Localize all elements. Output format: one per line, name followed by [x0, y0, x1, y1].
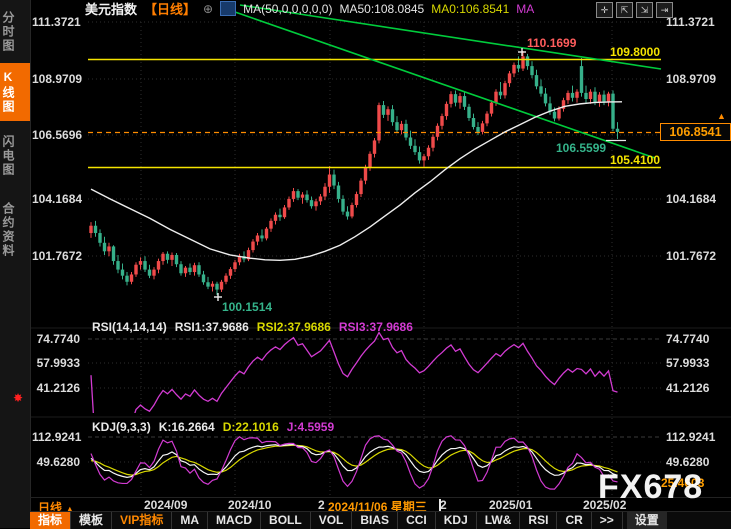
kdj-axis-label-left: 49.6280 [32, 455, 80, 469]
app-window: 分时图 K线图 闪电图 合约资料 ✸ 美元指数 【日线】 ⊕ MA(50,0,0… [0, 0, 731, 528]
axis-cursor [439, 499, 441, 511]
tab-cr[interactable]: CR [557, 512, 591, 529]
left-sidebar: 分时图 K线图 闪电图 合约资料 ✸ [0, 0, 31, 528]
tab-macd[interactable]: MACD [208, 512, 261, 529]
price-axis-label-right: 104.1684 [666, 192, 716, 206]
current-price-badge: 106.8541 [660, 123, 731, 141]
tab-ma[interactable]: MA [172, 512, 208, 529]
add-overlay-icon[interactable]: ⊕ [203, 2, 213, 16]
tab-rsi[interactable]: RSI [520, 512, 557, 529]
price-annotation: 110.1699 [527, 36, 576, 50]
sidebar-item-contract-info[interactable]: 合约资料 [0, 191, 30, 269]
tab-indicator[interactable]: 指标 [30, 512, 71, 529]
tab-bias[interactable]: BIAS [352, 512, 398, 529]
kdj-d-value: D:22.1016 [223, 420, 279, 434]
symbol-title: 美元指数 [85, 0, 137, 18]
rsi2-value: RSI2:37.9686 [257, 320, 331, 334]
tab-vol[interactable]: VOL [311, 512, 353, 529]
price-axis-label-right: 111.3721 [666, 15, 715, 29]
chart-canvas[interactable] [0, 0, 731, 528]
price-annotation: 106.5599 [556, 141, 606, 155]
tab-lw[interactable]: LW& [477, 512, 521, 529]
price-axis-label-left: 101.7672 [32, 249, 80, 263]
rsi-axis-label-right: 41.2126 [666, 381, 709, 395]
scroll-chart-icon[interactable]: ⇲ [636, 2, 653, 18]
rsi-axis-label-left: 41.2126 [32, 381, 80, 395]
kdj-k-value: K:16.2664 [159, 420, 215, 434]
kdj-header: KDJ(9,3,3) K:16.2664 D:22.1016 J:4.5959 [92, 420, 334, 434]
price-axis-label-left: 104.1684 [32, 192, 80, 206]
sidebar-item-candle-chart[interactable]: K线图 [0, 63, 30, 121]
price-annotation: 105.4100 [610, 153, 660, 167]
tab-vip-indicator[interactable]: VIP指标 [112, 512, 172, 529]
ma0-value: MA0:106.8541 [431, 2, 509, 16]
sidebar-item-flash-chart[interactable]: 闪电图 [0, 127, 30, 185]
watermark-logo: FX678 [598, 468, 703, 507]
tab-template[interactable]: 模板 [71, 512, 112, 529]
chart-header: 美元指数 【日线】 ⊕ MA(50,0,0,0,0,0) MA50:108.08… [85, 1, 534, 16]
kdj-axis-label-right: 112.9241 [666, 430, 715, 444]
price-axis-label-right: 108.9709 [666, 72, 716, 86]
price-up-arrow-icon: ▲ [717, 111, 726, 121]
alert-icon[interactable]: ✸ [13, 391, 23, 405]
kdj-j-value: J:4.5959 [287, 420, 334, 434]
price-axis-label-left: 106.5696 [32, 128, 80, 142]
rsi-axis-label-right: 74.7740 [666, 332, 709, 346]
price-annotation: 100.1514 [222, 300, 272, 314]
rsi3-value: RSI3:37.9686 [339, 320, 413, 334]
ma50-value: MA50:108.0845 [339, 2, 424, 16]
window-tools: ✛ ⇱ ⇲ ⇥ [596, 2, 673, 18]
tab-more[interactable]: >> [592, 512, 623, 529]
tab-settings[interactable]: 设置 [627, 512, 667, 529]
tab-boll[interactable]: BOLL [261, 512, 311, 529]
rsi-axis-label-left: 74.7740 [32, 332, 80, 346]
indicator-toolbar: 指标 模板 VIP指标 MA MACD BOLL VOL BIAS CCI KD… [30, 511, 731, 529]
rsi-axis-label-right: 57.9933 [666, 356, 709, 370]
ma-more-label: MA [516, 2, 534, 16]
kdj-axis-label-right: 49.6280 [666, 455, 709, 469]
rsi-axis-label-left: 57.9933 [32, 356, 80, 370]
rsi-header: RSI(14,14,14) RSI1:37.9686 RSI2:37.9686 … [92, 320, 413, 334]
price-axis-label-right: 101.7672 [666, 249, 716, 263]
rsi-params: RSI(14,14,14) [92, 320, 167, 334]
ma-settings-label: MA(50,0,0,0,0,0) [243, 2, 332, 16]
rsi1-value: RSI1:37.9686 [175, 320, 249, 334]
tab-cci[interactable]: CCI [398, 512, 436, 529]
chart-type-icon[interactable] [220, 1, 236, 16]
kdj-axis-label-left: 112.9241 [32, 430, 80, 444]
price-axis-label-left: 108.9709 [32, 72, 80, 86]
price-annotation: 109.8000 [610, 45, 660, 59]
tab-kdj[interactable]: KDJ [436, 512, 477, 529]
price-axis-label-left: 111.3721 [32, 15, 80, 29]
kdj-params: KDJ(9,3,3) [92, 420, 151, 434]
scale-axis-icon[interactable]: ⇱ [616, 2, 633, 18]
date-tooltip: 2024/11/06 星期三 [325, 498, 430, 512]
move-tool-icon[interactable]: ✛ [596, 2, 613, 18]
period-label: 【日线】 [144, 0, 196, 18]
sidebar-item-time-chart[interactable]: 分时图 [0, 5, 30, 59]
page-right-icon[interactable]: ⇥ [656, 2, 673, 18]
